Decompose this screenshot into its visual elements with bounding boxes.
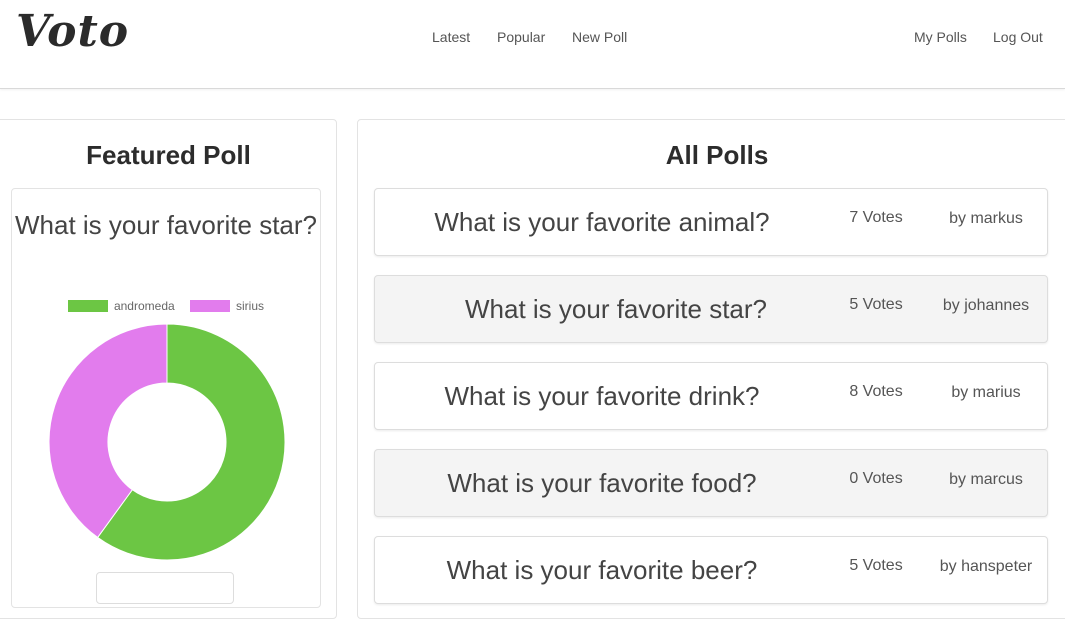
nav-log-out-link[interactable]: Log Out <box>993 29 1043 45</box>
poll-author: by marcus <box>949 471 1023 488</box>
poll-votes: 5 Votes <box>849 296 903 313</box>
poll-author: by hanspeter <box>939 558 1033 575</box>
voto-logo[interactable]: Voto <box>16 6 129 57</box>
legend-label-sirius: sirius <box>236 299 265 313</box>
top-navbar: Voto Latest Popular New Poll My Polls Lo… <box>0 0 1065 89</box>
featured-poll-card[interactable]: What is your favorite star? andromeda si… <box>11 188 321 608</box>
poll-author: by johannes <box>942 297 1030 314</box>
poll-question: What is your favorite beer? <box>446 555 758 585</box>
poll-row[interactable]: What is your favorite drink? 8 Votes by … <box>374 362 1048 430</box>
featured-poll-donut-chart <box>48 323 286 561</box>
poll-row[interactable]: What is your favorite star? 5 Votes by j… <box>374 275 1048 343</box>
chart-legend: andromeda sirius <box>12 299 320 313</box>
featured-poll-heading: Featured Poll <box>86 140 251 170</box>
poll-row[interactable]: What is your favorite animal? 7 Votes by… <box>374 188 1048 256</box>
poll-votes: 8 Votes <box>849 383 903 400</box>
poll-author: by markus <box>949 210 1023 227</box>
vote-button-stub[interactable] <box>96 572 234 604</box>
featured-poll-question: What is your favorite star? <box>15 210 317 240</box>
all-polls-panel: All Polls What is your favorite animal? … <box>357 119 1065 619</box>
legend-swatch-sirius <box>190 300 231 312</box>
poll-row[interactable]: What is your favorite food? 0 Votes by m… <box>374 449 1048 517</box>
poll-row[interactable]: What is your favorite beer? 5 Votes by h… <box>374 536 1048 604</box>
poll-question: What is your favorite star? <box>465 294 767 324</box>
poll-author: by marius <box>951 384 1021 401</box>
featured-poll-panel: Featured Poll What is your favorite star… <box>0 119 337 619</box>
nav-latest-link[interactable]: Latest <box>432 29 470 45</box>
all-polls-heading: All Polls <box>665 140 769 170</box>
poll-votes: 5 Votes <box>849 557 903 574</box>
poll-question: What is your favorite drink? <box>444 381 760 411</box>
poll-votes: 7 Votes <box>849 209 903 226</box>
nav-my-polls-link[interactable]: My Polls <box>914 29 967 45</box>
nav-new-poll-link[interactable]: New Poll <box>572 29 627 45</box>
legend-item-sirius[interactable]: sirius <box>190 299 264 313</box>
poll-question: What is your favorite food? <box>447 468 757 498</box>
poll-votes: 0 Votes <box>849 470 903 487</box>
legend-item-andromeda[interactable]: andromeda <box>67 299 175 313</box>
legend-label-andromeda: andromeda <box>113 299 175 313</box>
legend-swatch-andromeda <box>67 300 108 312</box>
nav-popular-link[interactable]: Popular <box>497 29 545 45</box>
poll-question: What is your favorite animal? <box>434 207 770 237</box>
